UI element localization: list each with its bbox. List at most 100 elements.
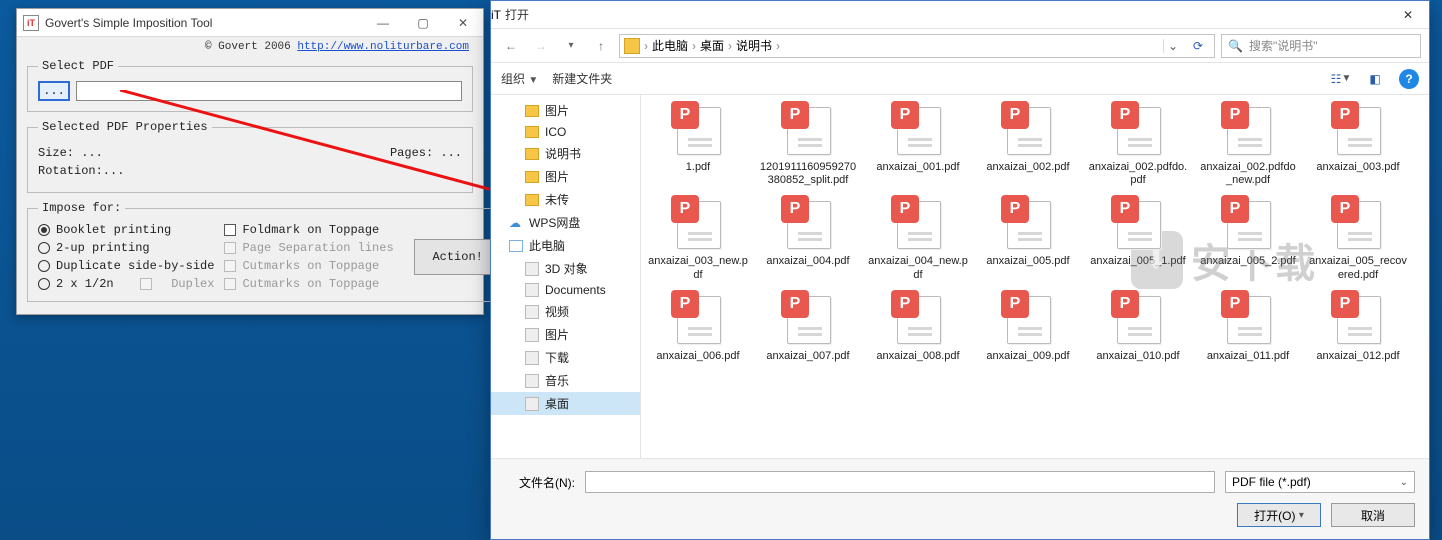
search-input[interactable]: 🔍 搜索"说明书": [1221, 34, 1421, 58]
tree-item[interactable]: 音乐: [491, 369, 640, 392]
pdf-file-icon: P: [891, 195, 945, 251]
tree-item[interactable]: 下载: [491, 346, 640, 369]
file-item[interactable]: Panxaizai_003_new.pdf: [645, 193, 751, 283]
file-label: anxaizai_005_2.pdf: [1200, 255, 1295, 281]
file-label: anxaizai_007.pdf: [766, 350, 849, 376]
file-item[interactable]: P1201911160959270380852_split.pdf: [755, 99, 861, 189]
browse-button[interactable]: ...: [38, 81, 70, 101]
checkbox-icon: [140, 278, 152, 290]
pdf-file-icon: P: [1111, 290, 1165, 346]
filename-input[interactable]: [585, 471, 1215, 493]
organize-menu[interactable]: 组织 ▼: [501, 70, 538, 87]
file-label: anxaizai_004.pdf: [766, 255, 849, 281]
view-options-button[interactable]: ☷ ▼: [1331, 69, 1351, 89]
minimize-button[interactable]: —: [363, 9, 403, 37]
radio-2x[interactable]: 2 x 1/2n Duplex: [38, 277, 214, 291]
checkbox-icon: [224, 242, 236, 254]
tree-item[interactable]: 图片: [491, 99, 640, 122]
pdf-file-icon: P: [1111, 195, 1165, 251]
new-folder-button[interactable]: 新建文件夹: [552, 70, 612, 87]
preview-pane-button[interactable]: ◧: [1365, 69, 1385, 89]
file-item[interactable]: Panxaizai_005.pdf: [975, 193, 1081, 283]
radio-booklet[interactable]: Booklet printing: [38, 223, 214, 237]
file-item[interactable]: Panxaizai_004.pdf: [755, 193, 861, 283]
tree-item[interactable]: 视频: [491, 300, 640, 323]
file-type-select[interactable]: PDF file (*.pdf) ⌄: [1225, 471, 1415, 493]
tree-item[interactable]: 此电脑: [491, 234, 640, 257]
breadcrumb-dropdown[interactable]: ⌄: [1163, 39, 1182, 53]
pdf-file-icon: P: [1331, 195, 1385, 251]
file-item[interactable]: Panxaizai_005_2.pdf: [1195, 193, 1301, 283]
select-pdf-legend: Select PDF: [38, 59, 118, 73]
pdf-file-icon: P: [781, 195, 835, 251]
tree-item[interactable]: ☁WPS网盘: [491, 211, 640, 234]
nav-up-button[interactable]: ↑: [589, 34, 613, 58]
breadcrumb-item[interactable]: 说明书: [736, 37, 772, 54]
dialog-close-button[interactable]: ✕: [1387, 1, 1429, 29]
file-item[interactable]: Panxaizai_007.pdf: [755, 288, 861, 378]
tree-item-label: Documents: [545, 283, 606, 297]
radio-duplicate[interactable]: Duplicate side-by-side: [38, 259, 214, 273]
tree-item[interactable]: 说明书: [491, 142, 640, 165]
nav-back-button[interactable]: ←: [499, 34, 523, 58]
impose-legend: Impose for:: [38, 201, 125, 215]
tree-item[interactable]: Documents: [491, 280, 640, 300]
tree-item[interactable]: 3D 对象: [491, 257, 640, 280]
file-label: anxaizai_005_recovered.pdf: [1308, 255, 1408, 281]
checkbox-icon: [224, 278, 236, 290]
file-list-pane[interactable]: ⬇ 安下载 P1.pdfP1201911160959270380852_spli…: [641, 95, 1429, 458]
file-item[interactable]: Panxaizai_010.pdf: [1085, 288, 1191, 378]
file-label: anxaizai_001.pdf: [876, 161, 959, 187]
navigation-tree[interactable]: 图片ICO说明书图片未传☁WPS网盘此电脑3D 对象Documents视频图片下…: [491, 95, 641, 458]
refresh-button[interactable]: ⟳: [1186, 34, 1210, 58]
radio-2up[interactable]: 2-up printing: [38, 241, 214, 255]
breadcrumb[interactable]: › 此电脑 › 桌面 › 说明书 › ⌄ ⟳: [619, 34, 1215, 58]
close-button[interactable]: ✕: [443, 9, 483, 37]
file-item[interactable]: Panxaizai_006.pdf: [645, 288, 751, 378]
imposition-tool-window: iT Govert's Simple Imposition Tool — ▢ ✕…: [16, 8, 484, 315]
copyright-link[interactable]: http://www.noliturbare.com: [297, 41, 469, 53]
file-item[interactable]: Panxaizai_002.pdf: [975, 99, 1081, 189]
app-icon: iT: [23, 15, 39, 31]
tree-item[interactable]: 未传: [491, 188, 640, 211]
file-item[interactable]: Panxaizai_011.pdf: [1195, 288, 1301, 378]
tree-item[interactable]: ICO: [491, 122, 640, 142]
pdf-path-input[interactable]: [76, 81, 462, 101]
chevron-right-icon: ›: [644, 39, 648, 53]
file-type-value: PDF file (*.pdf): [1232, 475, 1311, 489]
pdf-file-icon: P: [1331, 290, 1385, 346]
file-item[interactable]: Panxaizai_004_new.pdf: [865, 193, 971, 283]
file-item[interactable]: Panxaizai_005_1.pdf: [1085, 193, 1191, 283]
open-button[interactable]: 打开(O) ▾: [1237, 503, 1321, 527]
help-button[interactable]: ?: [1399, 69, 1419, 89]
file-item[interactable]: Panxaizai_002.pdfdo_new.pdf: [1195, 99, 1301, 189]
action-button[interactable]: Action!: [414, 239, 502, 275]
tree-item[interactable]: 图片: [491, 323, 640, 346]
file-item[interactable]: Panxaizai_008.pdf: [865, 288, 971, 378]
chevron-down-icon: ▼: [528, 75, 538, 86]
tree-item-label: WPS网盘: [529, 214, 580, 231]
cancel-button[interactable]: 取消: [1331, 503, 1415, 527]
file-item[interactable]: Panxaizai_009.pdf: [975, 288, 1081, 378]
maximize-button[interactable]: ▢: [403, 9, 443, 37]
nav-recent-button[interactable]: ▾: [559, 34, 583, 58]
nav-forward-button[interactable]: →: [529, 34, 553, 58]
file-open-dialog: iT 打开 ✕ ← → ▾ ↑ › 此电脑 › 桌面 › 说明书 › ⌄ ⟳ 🔍…: [490, 0, 1430, 540]
breadcrumb-item[interactable]: 桌面: [700, 37, 724, 54]
file-item[interactable]: Panxaizai_005_recovered.pdf: [1305, 193, 1411, 283]
check-label: Cutmarks on Toppage: [242, 259, 379, 273]
pdf-file-icon: P: [781, 101, 835, 157]
file-item[interactable]: Panxaizai_002.pdfdo.pdf: [1085, 99, 1191, 189]
pdf-file-icon: P: [891, 101, 945, 157]
radio-label: 2-up printing: [56, 241, 150, 255]
file-item[interactable]: Panxaizai_003.pdf: [1305, 99, 1411, 189]
tree-item[interactable]: 图片: [491, 165, 640, 188]
file-item[interactable]: Panxaizai_012.pdf: [1305, 288, 1411, 378]
file-item[interactable]: Panxaizai_001.pdf: [865, 99, 971, 189]
tree-item-label: 图片: [545, 168, 569, 185]
breadcrumb-item[interactable]: 此电脑: [652, 37, 688, 54]
tool-title: Govert's Simple Imposition Tool: [45, 16, 363, 30]
file-item[interactable]: P1.pdf: [645, 99, 751, 189]
tree-item[interactable]: 桌面: [491, 392, 640, 415]
check-foldmark[interactable]: Foldmark on Toppage: [224, 223, 393, 237]
